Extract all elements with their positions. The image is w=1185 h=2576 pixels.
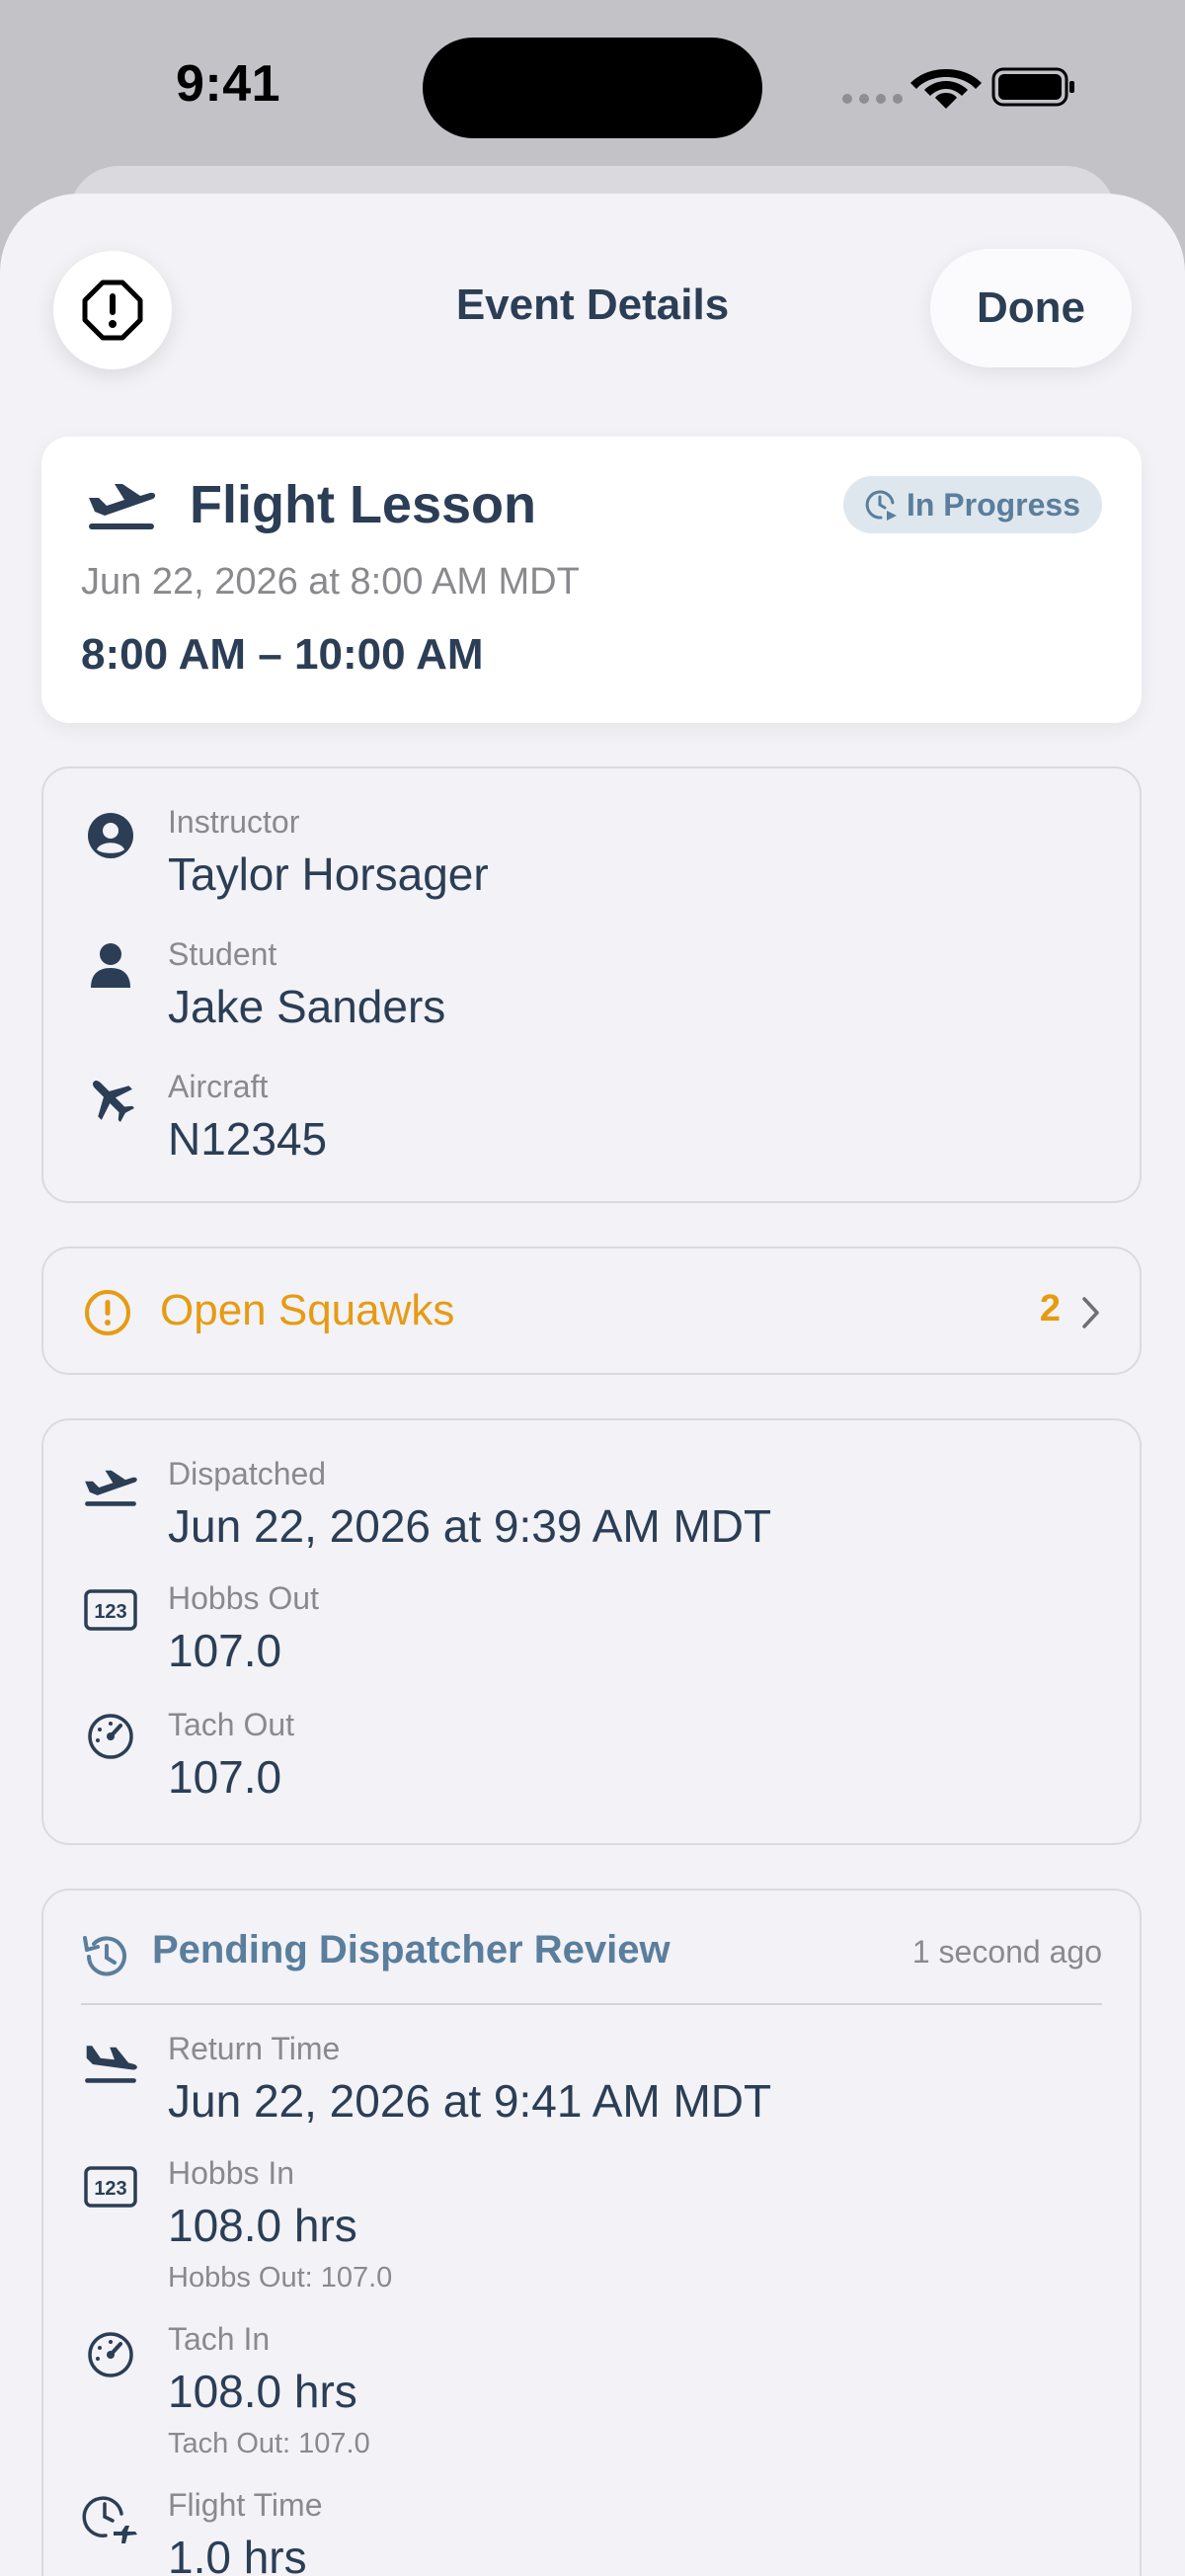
tach-out-label: Tach Out — [168, 1707, 295, 1742]
status-icons — [842, 67, 1074, 109]
tach-gauge-icon — [81, 1707, 140, 1766]
instructor-name: Taylor Horsager — [168, 848, 489, 900]
student-label: Student — [168, 936, 277, 972]
tach-gauge-icon — [81, 2325, 140, 2384]
review-status-title: Pending Dispatcher Review — [152, 1928, 671, 1972]
hobbs-in-label: Hobbs In — [168, 2155, 295, 2191]
student-icon — [81, 936, 140, 996]
dispatch-card: Dispatched Jun 22, 2026 at 9:39 AM MDT 1… — [41, 1418, 1142, 1845]
status-badge: In Progress — [842, 476, 1102, 533]
people-card: Instructor Taylor Horsager Student Jake … — [41, 766, 1142, 1203]
landing-icon — [81, 2035, 140, 2094]
hobbs-in-reference: Hobbs Out: 107.0 — [168, 2262, 393, 2294]
flight-time-label: Flight Time — [168, 2487, 323, 2523]
wifi-icon — [910, 69, 982, 109]
event-title: Flight Lesson — [190, 475, 536, 534]
dispatcher-review-card: Pending Dispatcher Review 1 second ago R… — [41, 1889, 1142, 2576]
dispatched-value: Jun 22, 2026 at 9:39 AM MDT — [168, 1500, 772, 1552]
status-badge-label: In Progress — [906, 486, 1080, 523]
hobbs-out-label: Hobbs Out — [168, 1580, 319, 1616]
open-squawks-row[interactable]: Open Squawks 2 — [41, 1247, 1142, 1375]
review-timestamp: 1 second ago — [911, 1934, 1102, 1970]
warning-circle-icon — [85, 1290, 130, 1335]
event-details-sheet: Event Details Done Flight Lesson In Prog… — [0, 194, 1185, 2576]
student-name: Jake Sanders — [168, 981, 446, 1032]
battery-icon — [991, 67, 1074, 107]
clock-play-icon — [865, 490, 897, 521]
hobbs-in-value: 108.0 hrs — [168, 2200, 357, 2251]
instructor-label: Instructor — [168, 804, 300, 840]
event-time-range: 8:00 AM – 10:00 AM — [81, 630, 484, 679]
svg-text:123: 123 — [94, 2178, 126, 2200]
airplane-departure-icon — [89, 484, 156, 529]
signal-dots-icon — [842, 94, 903, 104]
review-divider — [81, 2003, 1102, 2005]
hobbs-out-value: 107.0 — [168, 1625, 282, 1676]
hobbs-meter-icon: 123 — [81, 2157, 140, 2216]
return-time-label: Return Time — [168, 2031, 341, 2066]
tach-in-label: Tach In — [168, 2321, 271, 2357]
dispatched-label: Dispatched — [168, 1456, 327, 1491]
tach-in-value: 108.0 hrs — [168, 2366, 357, 2417]
hobbs-meter-icon: 123 — [81, 1580, 140, 1640]
tach-in-reference: Tach Out: 107.0 — [168, 2428, 370, 2459]
instructor-icon — [81, 806, 140, 865]
status-bar: 9:41 — [0, 0, 1185, 168]
chevron-right-icon — [1082, 1297, 1099, 1328]
open-squawks-label: Open Squawks — [160, 1286, 455, 1334]
flight-time-value: 1.0 hrs — [168, 2532, 307, 2576]
airplane-icon — [81, 1069, 140, 1128]
return-time-value: Jun 22, 2026 at 9:41 AM MDT — [168, 2075, 772, 2127]
aircraft-label: Aircraft — [168, 1069, 269, 1104]
flight-time-icon — [81, 2491, 140, 2550]
event-summary-card: Flight Lesson In Progress Jun 22, 2026 a… — [41, 437, 1142, 723]
event-date: Jun 22, 2026 at 8:00 AM MDT — [81, 561, 580, 603]
tach-out-value: 107.0 — [168, 1751, 282, 1803]
aircraft-tail: N12345 — [168, 1113, 328, 1165]
history-icon — [83, 1936, 126, 1976]
status-time: 9:41 — [176, 55, 281, 113]
done-button[interactable]: Done — [930, 249, 1132, 367]
svg-text:123: 123 — [94, 1601, 126, 1623]
open-squawks-count: 2 — [1039, 1288, 1061, 1329]
dynamic-island — [423, 38, 762, 138]
takeoff-icon — [81, 1458, 140, 1517]
